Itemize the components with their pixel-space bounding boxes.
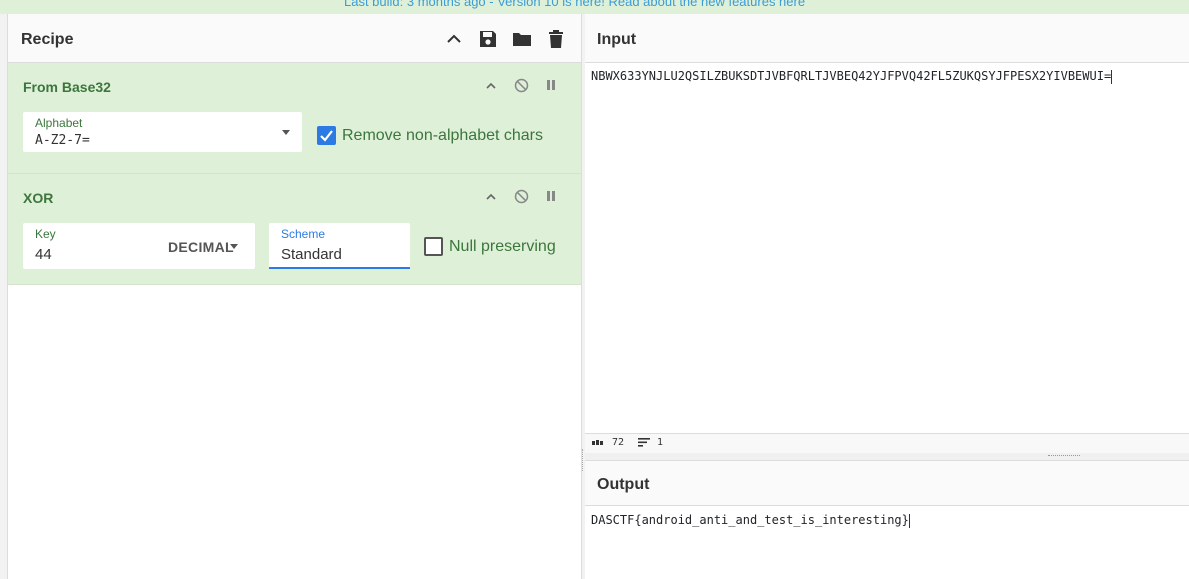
operation-title: From Base32 [23, 79, 111, 95]
chevron-down-icon [230, 244, 238, 249]
io-resize-bar[interactable] [585, 453, 1189, 461]
output-textarea[interactable]: DASCTF{android_anti_and_test_is_interest… [591, 513, 910, 528]
pause-icon[interactable] [543, 188, 559, 204]
scheme-select[interactable]: Scheme Standard [269, 223, 410, 269]
trash-icon[interactable] [545, 28, 567, 50]
key-format-dropdown[interactable]: DECIMAL [168, 239, 234, 255]
remove-non-alphabet-label[interactable]: Remove non-alphabet chars [342, 127, 543, 145]
remove-non-alphabet-checkbox[interactable] [317, 126, 336, 145]
recipe-header: Recipe [8, 14, 581, 63]
pause-icon[interactable] [543, 77, 559, 93]
key-label: Key [35, 227, 56, 241]
lines-icon [638, 438, 650, 447]
recipe-title: Recipe [21, 31, 74, 48]
operation-title: XOR [23, 190, 54, 206]
output-header: Output [585, 461, 1189, 506]
operation-controls [483, 188, 559, 204]
top-banner: Last build: 3 months ago - Version 10 is… [0, 0, 1189, 14]
banner-text[interactable]: Last build: 3 months ago - Version 10 is… [344, 0, 805, 9]
scheme-focus-underline [269, 267, 410, 269]
key-input[interactable]: Key 44 DECIMAL [23, 223, 255, 269]
folder-icon[interactable] [511, 28, 533, 50]
resize-grip[interactable] [1048, 455, 1080, 457]
null-preserving-checkbox[interactable] [424, 237, 443, 256]
save-icon[interactable] [477, 28, 499, 50]
abc-icon [592, 439, 603, 445]
input-value: NBWX633YNJLU2QSILZBUKSDTJVBFQRLTJVBEQ42Y… [591, 69, 1112, 83]
scheme-label: Scheme [281, 227, 326, 241]
lines-stat: 1 [638, 437, 663, 448]
scheme-value: Standard [281, 246, 342, 263]
null-preserving-label[interactable]: Null preserving [449, 238, 556, 256]
key-value: 44 [35, 246, 52, 263]
operation-controls [483, 77, 559, 93]
operation-xor: XOR Key 44 DECIMAL Scheme Standard Null … [8, 174, 581, 285]
operation-from-base32: From Base32 Alphabet A-Z2-7= Remove non-… [8, 63, 581, 174]
recipe-pane: Recipe From Base32 Alphabet A-Z2-7= Remo… [8, 14, 582, 579]
length-value: 72 [612, 437, 625, 448]
output-title: Output [597, 476, 650, 493]
input-textarea[interactable]: NBWX633YNJLU2QSILZBUKSDTJVBFQRLTJVBEQ42Y… [591, 69, 1113, 84]
alphabet-label: Alphabet [35, 116, 83, 130]
output-value: DASCTF{android_anti_and_test_is_interest… [591, 513, 909, 527]
output-pane: Output DASCTF{android_anti_and_test_is_i… [585, 461, 1189, 579]
input-title: Input [597, 31, 637, 48]
length-stat: 72 [592, 437, 624, 448]
disable-icon[interactable] [513, 77, 529, 93]
left-gutter [0, 14, 8, 579]
lines-value: 1 [657, 437, 664, 448]
chevron-up-icon[interactable] [483, 188, 499, 204]
disable-icon[interactable] [513, 188, 529, 204]
input-header: Input [585, 14, 1189, 63]
text-cursor [908, 513, 910, 528]
alphabet-value: A-Z2-7= [35, 133, 90, 148]
chevron-down-icon [282, 130, 290, 135]
recipe-header-actions [443, 28, 567, 50]
chevron-up-icon[interactable] [443, 28, 465, 50]
chevron-up-icon[interactable] [483, 77, 499, 93]
text-cursor [1111, 69, 1113, 84]
input-pane: Input NBWX633YNJLU2QSILZBUKSDTJVBFQRLTJV… [585, 14, 1189, 433]
alphabet-select[interactable]: Alphabet A-Z2-7= [23, 112, 302, 152]
input-status-bar: 72 1 [585, 433, 1189, 453]
